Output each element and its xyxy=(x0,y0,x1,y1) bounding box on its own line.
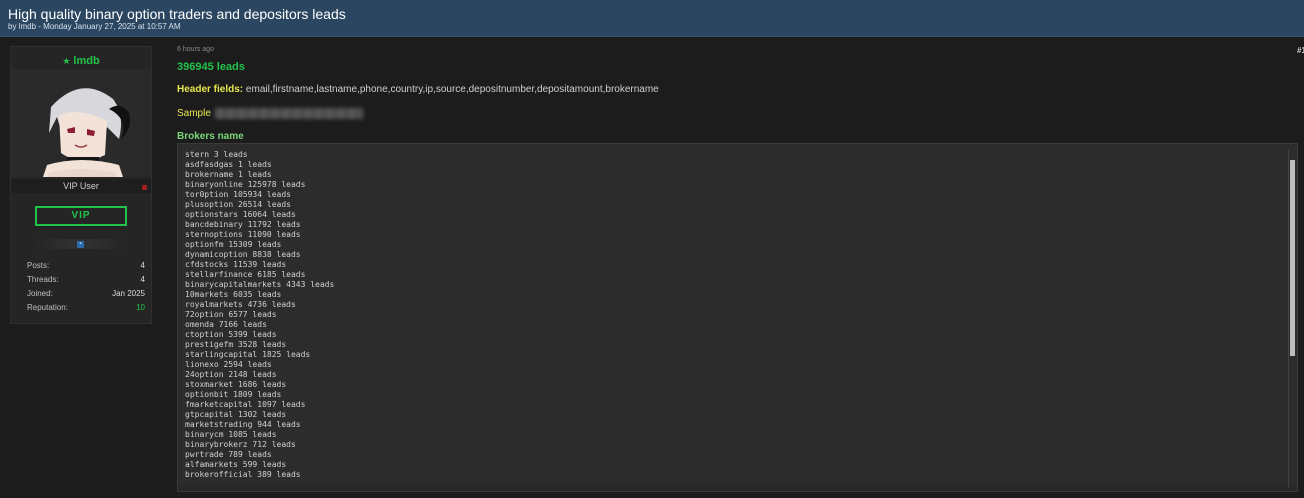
broker-line: stellarfinance 6185 leads xyxy=(185,270,306,279)
brokers-title: Brokers name xyxy=(177,131,244,142)
avatar[interactable] xyxy=(11,69,151,177)
username-text: lmdb xyxy=(73,55,100,67)
broker-line: brokerofficial 389 leads xyxy=(185,470,301,479)
username[interactable]: ★ lmdb xyxy=(11,55,151,67)
avatar-image xyxy=(11,69,151,177)
broker-line: stern 3 leads xyxy=(185,150,248,159)
broker-line: brokername 1 leads xyxy=(185,170,272,179)
broker-line: plusoption 26514 leads xyxy=(185,200,291,209)
header-fields: Header fields: email,firstname,lastname,… xyxy=(177,84,659,95)
broker-line: pwrtrade 789 leads xyxy=(185,450,272,459)
user-role: VIP User xyxy=(63,181,99,191)
broker-line: stoxmarket 1686 leads xyxy=(185,380,287,389)
header-fields-label: Header fields: xyxy=(177,84,244,95)
sample-line: Sample xyxy=(177,108,363,119)
broker-line: binarycapitalmarkets 4343 leads xyxy=(185,280,335,289)
stat-value[interactable]: 10 xyxy=(136,303,145,312)
broker-line: alfamarkets 599 leads xyxy=(185,460,287,469)
broker-line: optionbit 1809 leads xyxy=(185,390,282,399)
broker-line: binarybrokerz 712 leads xyxy=(185,440,296,449)
broker-line: asdfasdgas 1 leads xyxy=(185,160,272,169)
star-icon: ★ xyxy=(62,56,71,66)
broker-line: dynamicoption 8838 leads xyxy=(185,250,301,259)
broker-line: lionexo 2594 leads xyxy=(185,360,272,369)
stat-value: 4 xyxy=(140,261,145,270)
broker-line: fmarketcapital 1097 leads xyxy=(185,400,306,409)
post-number[interactable]: #1 xyxy=(1297,46,1304,55)
offline-status-icon xyxy=(142,185,147,190)
stat-value: Jan 2025 xyxy=(112,289,145,298)
stat-label: Posts: xyxy=(27,261,50,270)
vip-badge: VIP xyxy=(35,206,127,226)
sample-label: Sample xyxy=(177,108,211,120)
stat-label: Joined: xyxy=(27,289,53,298)
broker-line: cfdstocks 11539 leads xyxy=(185,260,287,269)
broker-line: gtpcapital 1302 leads xyxy=(185,410,287,419)
stat-posts: Posts: 4 xyxy=(27,261,145,275)
thread-header: High quality binary option traders and d… xyxy=(0,0,1304,37)
stat-joined: Joined: Jan 2025 xyxy=(27,289,145,303)
broker-line: tor0ption 105934 leads xyxy=(185,190,291,199)
brokers-code-block[interactable]: stern 3 leads asdfasdgas 1 leads brokernam… xyxy=(177,143,1298,492)
code-scrollbar-thumb[interactable] xyxy=(1290,160,1295,356)
broker-line: 10markets 6035 leads xyxy=(185,290,282,299)
broker-line: binaryonline 125978 leads xyxy=(185,180,306,189)
award-icon[interactable]: ▪ xyxy=(77,241,84,248)
post-time: 6 hours ago xyxy=(177,46,214,53)
stat-label: Reputation: xyxy=(27,303,68,312)
post-body: 6 hours ago #1 396945 leads Header field… xyxy=(177,46,1304,142)
stat-threads: Threads: 4 xyxy=(27,275,145,289)
code-bottom-edge xyxy=(178,483,1297,491)
broker-line: bancdebinary 11792 leads xyxy=(185,220,301,229)
stat-label: Threads: xyxy=(27,275,59,284)
stat-value: 4 xyxy=(140,275,145,284)
broker-line: optionfm 15309 leads xyxy=(185,240,282,249)
sample-link-blurred[interactable] xyxy=(214,108,363,119)
broker-line: optionstars 16064 leads xyxy=(185,210,296,219)
broker-line: 72option 6577 leads xyxy=(185,310,277,319)
user-stats: Posts: 4 Threads: 4 Joined: Jan 2025 Rep… xyxy=(27,261,145,317)
header-fields-value: email,firstname,lastname,phone,country,i… xyxy=(245,84,659,95)
broker-line: starlingcapital 1825 leads xyxy=(185,350,311,359)
broker-line: omenda 7166 leads xyxy=(185,320,267,329)
broker-line: 24option 2148 leads xyxy=(185,370,277,379)
leads-count: 396945 leads xyxy=(177,61,245,73)
broker-line: royalmarkets 4736 leads xyxy=(185,300,296,309)
broker-line: marketstrading 944 leads xyxy=(185,420,301,429)
thread-title: High quality binary option traders and d… xyxy=(8,6,346,22)
thread-byline: by lmdb - Monday January 27, 2025 at 10:… xyxy=(8,22,181,31)
broker-line: sternoptions 11090 leads xyxy=(185,230,301,239)
broker-line: binarycm 1085 leads xyxy=(185,430,277,439)
user-card: ★ lmdb VIP User VIP ▪ Posts: 4 Threads: 4 xyxy=(10,46,152,324)
stat-reputation[interactable]: Reputation: 10 xyxy=(27,303,145,317)
broker-line: ctoption 5399 leads xyxy=(185,330,277,339)
broker-line: prestigefm 3528 leads xyxy=(185,340,287,349)
brokers-list: stern 3 leads asdfasdgas 1 leads brokernam… xyxy=(185,150,334,480)
